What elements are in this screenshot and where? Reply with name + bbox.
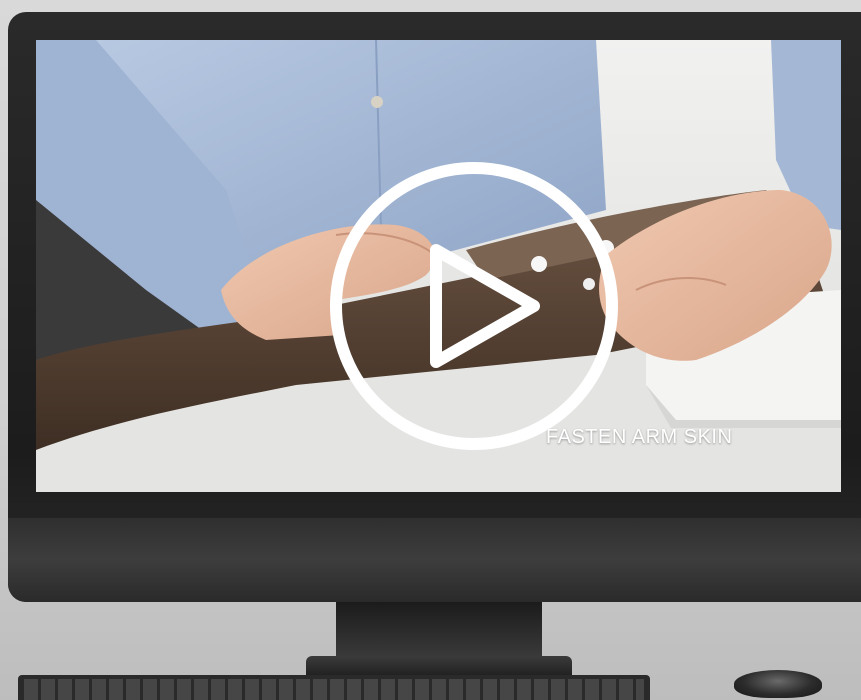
monitor-stand (336, 602, 542, 658)
video-caption: FASTEN ARM SKIN (546, 426, 733, 448)
monitor-chin (8, 518, 861, 602)
video-player[interactable]: FASTEN ARM SKIN (36, 40, 841, 492)
play-button[interactable] (328, 160, 620, 452)
keyboard-keys (24, 679, 644, 700)
mouse (734, 670, 822, 698)
keyboard (18, 675, 650, 700)
play-circle-icon (330, 162, 618, 450)
